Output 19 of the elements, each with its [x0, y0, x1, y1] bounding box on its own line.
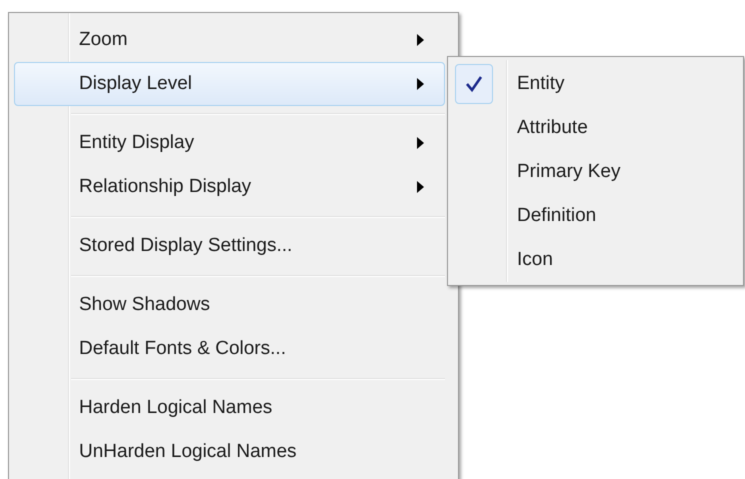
- menu-item[interactable]: Relationship Display: [14, 165, 445, 209]
- submenu-arrow-icon: [417, 78, 424, 90]
- submenu-item[interactable]: Attribute: [453, 106, 738, 150]
- submenu-item[interactable]: Definition: [453, 194, 738, 238]
- menu-item[interactable]: UnHarden Logical Names: [14, 430, 445, 474]
- menu-item[interactable]: Zoom: [14, 18, 445, 62]
- submenu-arrow-icon: [417, 34, 424, 46]
- submenu-item[interactable]: Primary Key: [453, 150, 738, 194]
- submenu-arrow-icon: [417, 137, 424, 149]
- menu-item[interactable]: Stored Display Settings...: [14, 224, 445, 268]
- menu-item[interactable]: Display Level: [14, 62, 445, 106]
- submenu-item[interactable]: Icon: [453, 238, 738, 282]
- submenu-item[interactable]: Entity: [453, 62, 738, 106]
- submenu-arrow-icon: [417, 181, 424, 193]
- menu-item[interactable]: Harden Logical Names: [14, 386, 445, 430]
- menu-item[interactable]: Default Fonts & Colors...: [14, 327, 445, 371]
- checkmark-icon: [465, 75, 483, 93]
- menu-item[interactable]: Entity Display: [14, 121, 445, 165]
- menu-item[interactable]: Show Shadows: [14, 283, 445, 327]
